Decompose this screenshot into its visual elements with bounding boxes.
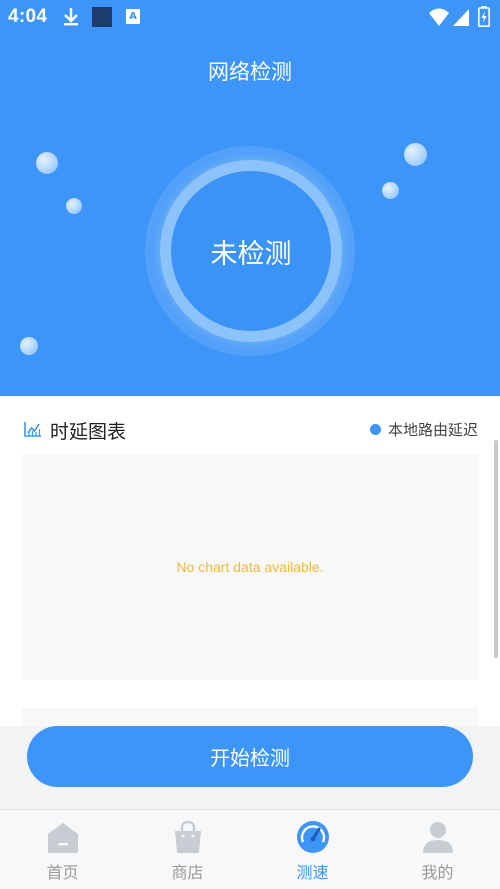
nav-item-speedtest[interactable]: 测速 — [250, 810, 375, 889]
wifi-icon — [429, 8, 449, 26]
nav-item-profile[interactable]: 我的 — [375, 810, 500, 889]
nav-item-shop[interactable]: 商店 — [125, 810, 250, 889]
nav-item-home[interactable]: 首页 — [0, 810, 125, 889]
line-chart-icon — [24, 422, 41, 437]
page-title: 网络检测 — [208, 60, 292, 84]
start-detection-label: 开始检测 — [210, 746, 290, 770]
nav-label-speedtest: 测速 — [296, 863, 329, 882]
speedometer-icon — [297, 821, 329, 853]
battery-charging-icon — [478, 6, 490, 27]
nav-label-home: 首页 — [46, 863, 79, 882]
legend-dot-icon — [369, 424, 381, 435]
empty-chart-message: No chart data available. — [176, 559, 324, 575]
detection-status-text: 未检测 — [210, 238, 292, 270]
bottom-navigation: 首页 商店 测速 我的 — [0, 809, 500, 889]
status-bar: 4:04 A — [0, 0, 500, 34]
status-time: 4:04 — [8, 6, 48, 27]
shopping-bag-icon — [175, 820, 201, 853]
legend-label: 本地路由延迟 — [387, 421, 478, 439]
latency-chart-card: 时延图表 本地路由延迟 No chart data available. — [0, 396, 500, 726]
notification-square-icon — [92, 7, 112, 27]
decorative-bubble — [382, 182, 399, 199]
scrollbar[interactable] — [494, 440, 498, 658]
app-notification-icon: A — [126, 9, 140, 24]
nav-label-profile: 我的 — [421, 863, 454, 882]
header-hero: 4:04 A 网络检测 未检测 — [0, 0, 500, 396]
chart-card-title: 时延图表 — [50, 421, 127, 443]
decorative-bubble — [36, 152, 58, 174]
chart-legend: 本地路由延迟 — [369, 419, 478, 440]
latency-chart-area: No chart data available. — [22, 454, 478, 680]
decorative-bubble — [20, 337, 38, 355]
detection-status-gauge[interactable]: 未检测 — [171, 171, 331, 331]
decorative-bubble — [404, 143, 427, 166]
signal-icon — [453, 9, 469, 26]
decorative-bubble — [66, 198, 82, 214]
start-detection-button[interactable]: 开始检测 — [27, 726, 473, 787]
home-icon — [48, 823, 78, 853]
action-area: 开始检测 — [0, 726, 500, 808]
user-icon — [423, 822, 453, 853]
next-section-edge — [22, 708, 478, 726]
nav-label-shop: 商店 — [171, 863, 204, 882]
download-icon — [64, 8, 78, 26]
chart-card-header: 时延图表 本地路由延迟 — [0, 396, 500, 454]
